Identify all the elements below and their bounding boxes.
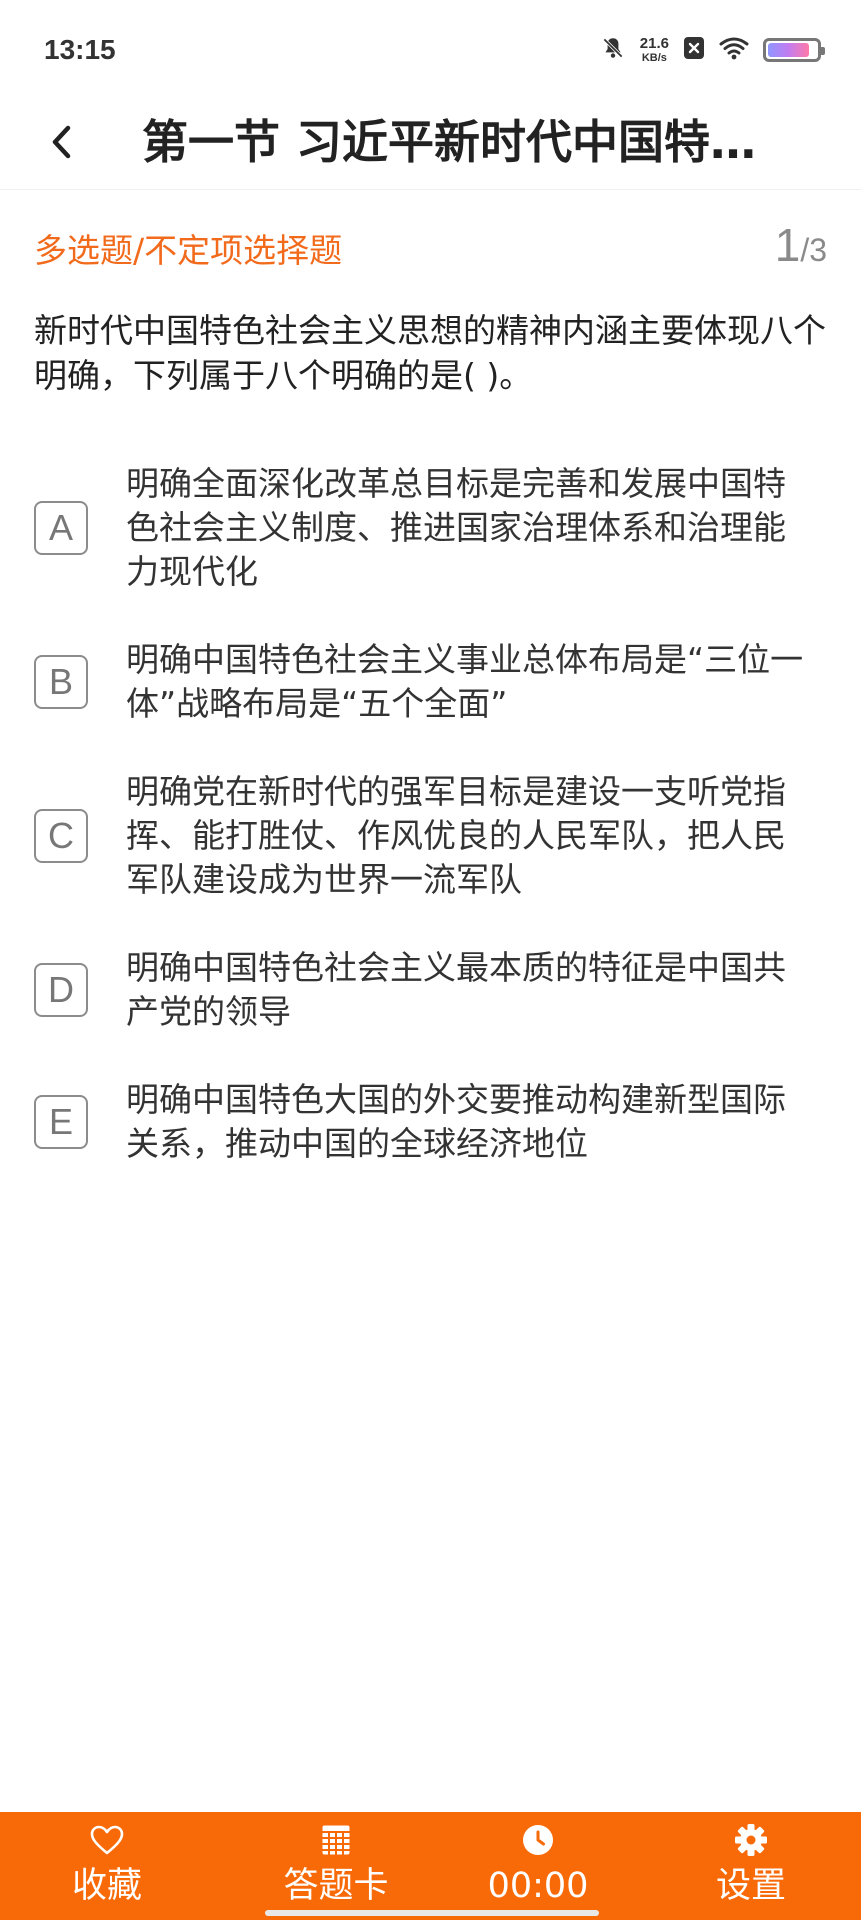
options-list: A 明确全面深化改革总目标是完善和发展中国特色社会主义制度、推进国家治理体系和治…: [0, 462, 861, 1210]
bottom-toolbar: 收藏 答题卡 00:00 设置: [0, 1812, 861, 1920]
battery-icon: [763, 38, 825, 62]
question-total-number: 3: [809, 232, 827, 268]
question-counter-separator: /: [800, 232, 810, 268]
timer-value: 00:00: [487, 1866, 589, 1906]
option-letter-box: B: [34, 655, 88, 709]
wifi-icon: [719, 36, 749, 64]
option-c[interactable]: C 明确党在新时代的强军目标是建设一支听党指挥、能打胜仗、作风优良的人民军队，把…: [0, 770, 861, 902]
answer-card-label: 答题卡: [283, 1866, 389, 1906]
option-text: 明确中国特色社会主义最本质的特征是中国共产党的领导: [126, 948, 786, 1031]
status-bar: 13:15 21.6 KB/s: [0, 0, 861, 100]
option-d[interactable]: D 明确中国特色社会主义最本质的特征是中国共产党的领导: [0, 946, 861, 1034]
gear-icon: [733, 1822, 769, 1858]
question-current-number: 1: [774, 219, 801, 271]
option-letter-box: E: [34, 1095, 88, 1149]
nav-bar: 第一节 习近平新时代中国特…: [0, 100, 861, 190]
network-speed: 21.6 KB/s: [640, 36, 669, 64]
chevron-left-icon: [48, 122, 74, 166]
question-stem: 新时代中国特色社会主义思想的精神内涵主要体现八个明确，下列属于八个明确的是( )…: [34, 311, 826, 395]
question-counter: 1/3: [775, 218, 827, 272]
status-time: 13:15: [44, 34, 116, 65]
option-letter-box: A: [34, 501, 88, 555]
network-speed-value: 21.6: [639, 35, 669, 52]
option-text: 明确中国特色社会主义事业总体布局是“三位一体”战略布局是“五个全面”: [126, 640, 804, 723]
option-a[interactable]: A 明确全面深化改革总目标是完善和发展中国特色社会主义制度、推进国家治理体系和治…: [0, 462, 861, 594]
timer-button[interactable]: 00:00: [470, 1812, 606, 1920]
settings-button[interactable]: 设置: [690, 1812, 812, 1920]
option-b[interactable]: B 明确中国特色社会主义事业总体布局是“三位一体”战略布局是“五个全面”: [0, 638, 861, 726]
favorite-button[interactable]: 收藏: [46, 1812, 168, 1920]
option-letter-box: C: [34, 809, 88, 863]
heart-icon: [90, 1822, 124, 1858]
option-e[interactable]: E 明确中国特色大国的外交要推动构建新型国际关系，推动中国的全球经济地位: [0, 1078, 861, 1166]
no-sim-icon: [683, 36, 705, 64]
battery-level-fill: [768, 43, 809, 57]
option-letter-box: D: [34, 963, 88, 1017]
question-header: 多选题/不定项选择题 1/3: [34, 218, 827, 278]
home-indicator[interactable]: [265, 1910, 599, 1916]
settings-label: 设置: [715, 1866, 786, 1906]
network-speed-unit: KB/s: [641, 52, 667, 64]
grid-icon: [321, 1822, 351, 1858]
answer-card-button[interactable]: 答题卡: [256, 1812, 416, 1920]
option-text: 明确中国特色大国的外交要推动构建新型国际关系，推动中国的全球经济地位: [126, 1080, 786, 1163]
status-icons: 21.6 KB/s: [600, 30, 825, 70]
clock-icon: [521, 1822, 555, 1858]
favorite-label: 收藏: [71, 1866, 142, 1906]
page-title: 第一节 习近平新时代中国特…: [142, 115, 757, 169]
bell-muted-icon: [600, 35, 626, 65]
option-text: 明确全面深化改革总目标是完善和发展中国特色社会主义制度、推进国家治理体系和治理能…: [126, 464, 786, 591]
option-text: 明确党在新时代的强军目标是建设一支听党指挥、能打胜仗、作风优良的人民军队，把人民…: [126, 772, 786, 899]
back-button[interactable]: [36, 114, 86, 174]
question-type-label: 多选题/不定项选择题: [34, 231, 343, 270]
